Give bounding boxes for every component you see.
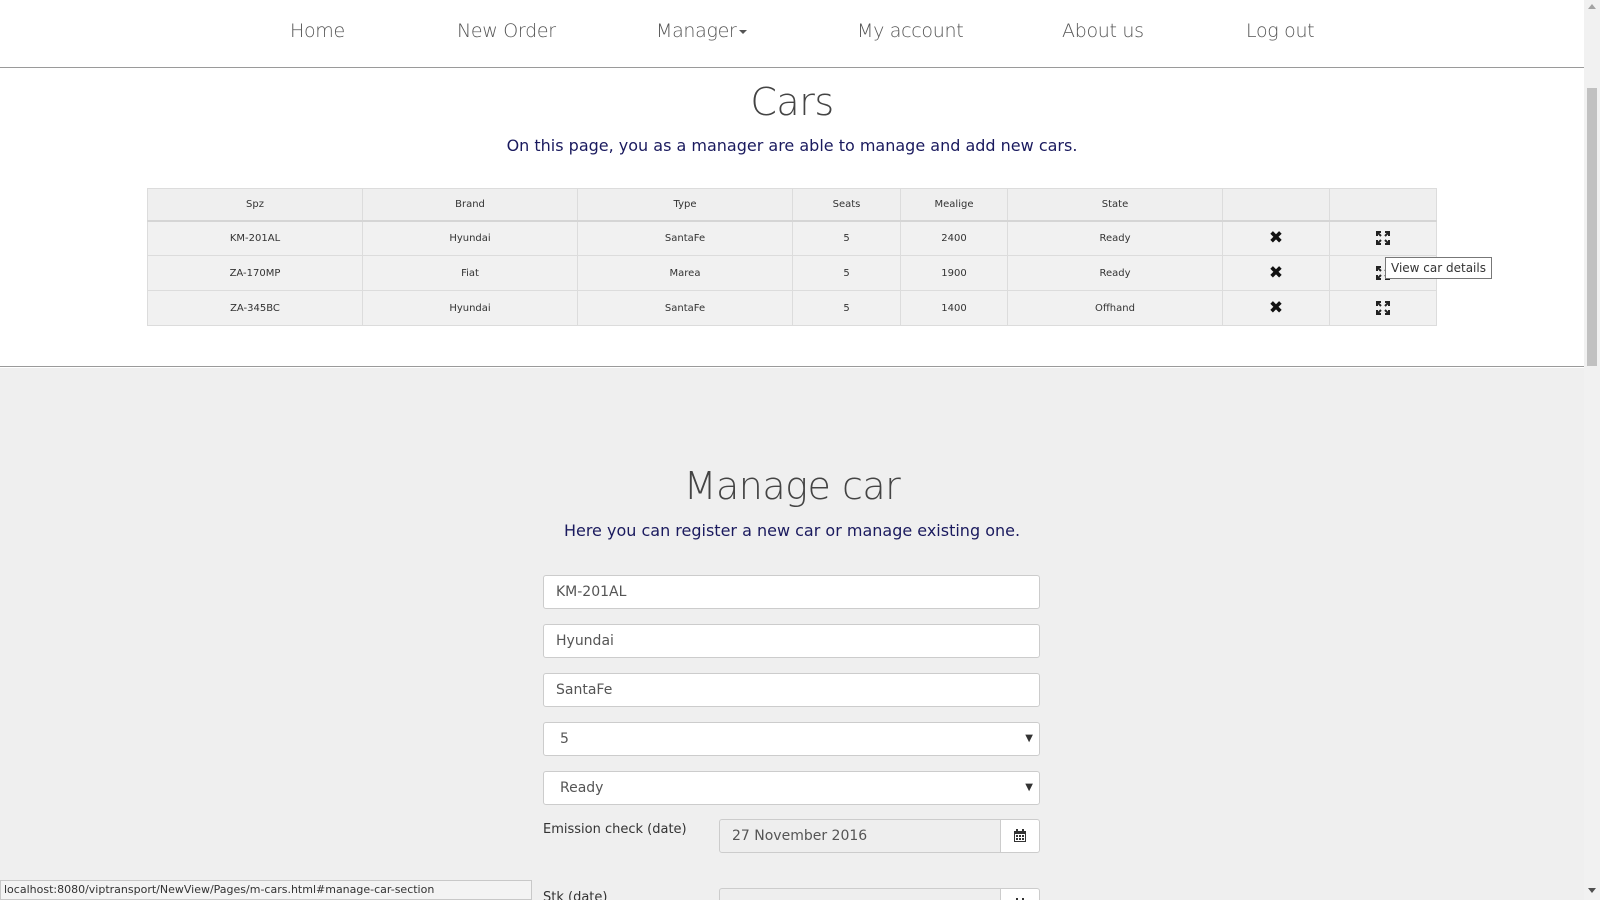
cell-seats: 5 <box>792 220 901 256</box>
column-header-mealige: Mealige <box>900 188 1008 222</box>
table-row[interactable]: KM-201AL Hyundai SantaFe 5 2400 Ready ✖ <box>147 220 1437 256</box>
manage-car-section: Manage car Here you can register a new c… <box>0 368 1584 900</box>
emission-check-label: Emission check (date) <box>543 822 687 837</box>
page-subtitle: On this page, you as a manager are able … <box>506 136 1078 155</box>
browser-status-bar: localhost:8080/viptransport/NewView/Page… <box>0 880 532 900</box>
table-header-row: Spz Brand Type Seats Mealige State <box>147 188 1437 222</box>
emission-calendar-button[interactable] <box>1000 819 1040 853</box>
cell-type: SantaFe <box>577 220 793 256</box>
cell-state: Offhand <box>1007 290 1223 326</box>
seats-select[interactable]: 5 ▼ <box>543 722 1040 756</box>
table-row[interactable]: ZA-345BC Hyundai SantaFe 5 1400 Offhand … <box>147 290 1437 326</box>
vertical-scrollbar[interactable] <box>1584 0 1600 900</box>
cars-section: Cars On this page, you as a manager are … <box>0 68 1584 367</box>
cell-mealige: 2400 <box>900 220 1008 256</box>
expand-icon[interactable] <box>1375 300 1391 316</box>
column-header-details <box>1329 188 1437 222</box>
cell-mealige: 1400 <box>900 290 1008 326</box>
cell-spz: ZA-170MP <box>147 255 363 291</box>
cell-state: Ready <box>1007 220 1223 256</box>
calendar-icon <box>1014 829 1026 842</box>
dropdown-arrow-icon: ▼ <box>1025 782 1033 793</box>
nav-new-order[interactable]: New Order <box>457 20 556 42</box>
cell-brand: Hyundai <box>362 220 578 256</box>
nav-home[interactable]: Home <box>290 20 345 42</box>
cell-type: Marea <box>577 255 793 291</box>
cell-delete: ✖ <box>1222 255 1330 291</box>
cell-spz: KM-201AL <box>147 220 363 256</box>
nav-manager-label: Manager <box>656 20 737 42</box>
cell-details <box>1329 290 1437 326</box>
scroll-down-arrow-icon[interactable] <box>1588 888 1596 893</box>
cars-table: Spz Brand Type Seats Mealige State KM-20… <box>147 188 1437 326</box>
section-title: Manage car <box>683 464 901 508</box>
stk-calendar-button[interactable] <box>1000 888 1040 900</box>
cell-type: SantaFe <box>577 290 793 326</box>
close-icon[interactable]: ✖ <box>1269 298 1283 318</box>
nav-my-account[interactable]: My account <box>857 20 964 42</box>
stk-date-field[interactable] <box>719 888 1001 900</box>
cell-seats: 5 <box>792 290 901 326</box>
scroll-thumb[interactable] <box>1587 88 1597 366</box>
top-navbar: Home New Order Manager My account About … <box>0 0 1584 68</box>
close-icon[interactable]: ✖ <box>1269 263 1283 283</box>
emission-date-field[interactable]: 27 November 2016 <box>719 819 1001 853</box>
scroll-up-arrow-icon[interactable] <box>1588 4 1596 9</box>
stk-label: Stk (date) <box>543 890 608 900</box>
state-selected-value: Ready <box>560 780 604 796</box>
section-subtitle: Here you can register a new car or manag… <box>563 521 1021 540</box>
spz-field[interactable]: KM-201AL <box>543 575 1040 609</box>
cell-mealige: 1900 <box>900 255 1008 291</box>
table-row[interactable]: ZA-170MP Fiat Marea 5 1900 Ready ✖ <box>147 255 1437 291</box>
column-header-spz: Spz <box>147 188 363 222</box>
expand-icon[interactable] <box>1375 230 1391 246</box>
seats-selected-value: 5 <box>560 731 569 747</box>
type-field[interactable]: SantaFe <box>543 673 1040 707</box>
cell-spz: ZA-345BC <box>147 290 363 326</box>
column-header-state: State <box>1007 188 1223 222</box>
page-title: Cars <box>750 80 834 124</box>
nav-manager-dropdown[interactable]: Manager <box>656 20 747 42</box>
cell-brand: Fiat <box>362 255 578 291</box>
dropdown-arrow-icon: ▼ <box>1025 733 1033 744</box>
cell-delete: ✖ <box>1222 220 1330 256</box>
close-icon[interactable]: ✖ <box>1269 228 1283 248</box>
state-select[interactable]: Ready ▼ <box>543 771 1040 805</box>
cell-details <box>1329 220 1437 256</box>
brand-field[interactable]: Hyundai <box>543 624 1040 658</box>
cell-state: Ready <box>1007 255 1223 291</box>
cell-brand: Hyundai <box>362 290 578 326</box>
cell-seats: 5 <box>792 255 901 291</box>
column-header-brand: Brand <box>362 188 578 222</box>
caret-down-icon <box>738 29 747 34</box>
column-header-seats: Seats <box>792 188 901 222</box>
column-header-delete <box>1222 188 1330 222</box>
tooltip-view-details: View car details <box>1385 257 1492 279</box>
nav-log-out[interactable]: Log out <box>1246 20 1315 42</box>
nav-about-us[interactable]: About us <box>1062 20 1144 42</box>
cell-delete: ✖ <box>1222 290 1330 326</box>
column-header-type: Type <box>577 188 793 222</box>
